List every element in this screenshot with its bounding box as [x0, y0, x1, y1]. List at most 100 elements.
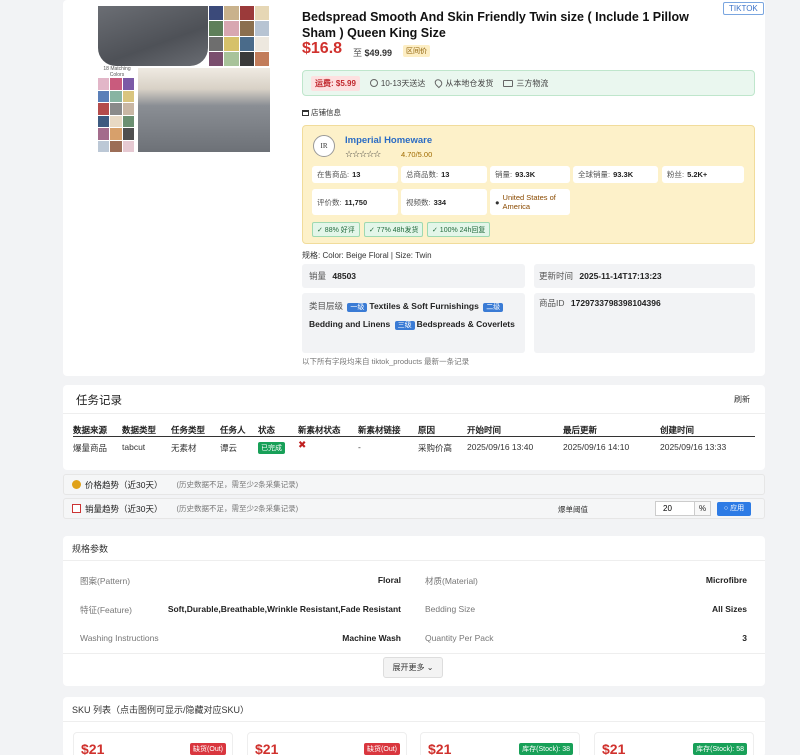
header-underline — [73, 436, 755, 437]
price-range-prefix: 至 — [353, 48, 363, 58]
level-badge-1: 一级 — [347, 303, 368, 312]
chip-48h-ship: ✓ 77% 48h发货 — [364, 222, 424, 237]
col-header: 开始时间 — [467, 425, 502, 435]
col-header: 任务人 — [220, 425, 246, 435]
sku-list-card: SKU 列表（点击图例可显示/隐藏对应SKU） $21 缺货(Out) $21 … — [63, 697, 765, 755]
product-card: 18 Matching Colors Bedspread Smooth And … — [63, 0, 765, 376]
delivery-text: 10-13天送达 — [380, 78, 426, 88]
spec-bedding-size: Bedding Size All Sizes — [425, 604, 747, 614]
stat-fans: 粉丝: 5.2K+ — [662, 166, 744, 183]
col-header: 最后更新 — [563, 425, 598, 435]
rating-stars-icon: ☆☆☆☆☆ — [345, 149, 381, 159]
spec-pattern: 图案(Pattern) Floral — [80, 575, 401, 587]
sku-price: $21 — [602, 741, 626, 755]
pin-icon: ● — [495, 197, 500, 207]
stat-label: 在售商品: — [317, 170, 350, 179]
category-label: 类目层级 — [309, 301, 344, 311]
chip-24h-reply: ✓ 100% 24h回复 — [427, 222, 491, 237]
sku-price: $21 — [81, 741, 105, 755]
sku-item[interactable]: $21 库存(Stock): 38 — [420, 732, 580, 755]
delivery-time: 10-13天送达 — [369, 78, 426, 89]
price-trend-label: 价格趋势（近30天） — [85, 479, 163, 490]
col-header: 原因 — [418, 425, 436, 435]
stat-global-sales: 全球销量: 93.3K — [573, 166, 658, 183]
sku-item[interactable]: $21 库存(Stock): 58 — [594, 732, 754, 755]
sku-stock-badge: 库存(Stock): 38 — [519, 743, 573, 755]
cell-type: tabcut — [122, 442, 146, 452]
stat-total: 总商品数: 13 — [401, 166, 487, 183]
category-level-1: Textiles & Soft Furnishings — [369, 301, 479, 311]
spec-feature: 特征(Feature) Soft,Durable,Breathable,Wrink… — [80, 604, 401, 616]
stat-value: 5.2K+ — [687, 170, 708, 179]
sku-list-title: SKU 列表（点击图例可显示/隐藏对应SKU） — [63, 697, 765, 722]
updated-label: 更新时间 — [539, 271, 574, 281]
shop-name-link[interactable]: Imperial Homeware — [345, 135, 432, 146]
stat-label: 销量: — [495, 170, 513, 179]
product-id-label: 商品ID — [539, 298, 565, 308]
product-id-box: 商品ID 1729733798398104396 — [534, 293, 755, 353]
chart-icon — [72, 504, 81, 513]
status-badge: 已完成 — [258, 442, 285, 454]
price-trend-bar[interactable]: 价格趋势（近30天） (历史数据不足，需至少2条采集记录) — [63, 474, 765, 495]
stat-value: 11,750 — [344, 197, 368, 207]
cell-assignee: 谭云 — [220, 443, 238, 453]
sku-stock-badge: 缺货(Out) — [364, 743, 400, 755]
price-range-tag: 区间价 — [403, 45, 430, 57]
cell-reason: 采购价高 — [418, 443, 453, 453]
spec-quantity: Quantity Per Pack 3 — [425, 633, 747, 643]
spec-key: Quantity Per Pack — [425, 633, 494, 643]
color-swatch-grid-2 — [98, 78, 134, 152]
updated-value: 2025-11-14T17:13:23 — [579, 271, 662, 281]
spec-key: 特征(Feature) — [80, 605, 132, 615]
stat-label: 视频数: — [406, 197, 431, 207]
divider — [63, 653, 765, 654]
stat-country: ● United States of America — [490, 189, 570, 215]
col-header: 数据来源 — [73, 425, 108, 435]
sku-item[interactable]: $21 缺货(Out) — [73, 732, 233, 755]
stat-sales: 销量: 93.3K — [490, 166, 570, 183]
shop-rating: 4.70/5.00 — [401, 150, 433, 159]
spec-value: Soft,Durable,Breathable,Wrinkle Resistan… — [167, 604, 401, 614]
spec-value: All Sizes — [712, 604, 747, 614]
stat-on-sale: 在售商品: 13 — [312, 166, 398, 183]
color-swatch-grid — [209, 6, 269, 66]
variant-spec: 规格: Color: Beige Floral | Size: Twin — [302, 251, 432, 260]
sku-item[interactable]: $21 缺货(Out) — [247, 732, 407, 755]
sales-value: 48503 — [332, 271, 357, 281]
sku-stock-badge: 缺货(Out) — [190, 743, 226, 755]
stat-value: 13 — [441, 170, 450, 179]
location-icon — [433, 77, 445, 89]
sales-trend-hint: (历史数据不足，需至少2条采集记录) — [176, 504, 299, 513]
sku-price: $21 — [255, 741, 279, 755]
category-level-3: Bedspreads & Coverlets — [416, 319, 515, 329]
alert-threshold-input[interactable] — [655, 501, 695, 516]
spec-value: Microfibre — [705, 575, 747, 585]
platform-badge: TIKTOK — [723, 2, 764, 15]
shipping-info: 运费: $5.99 10-13天送达 从本地仓发货 三方物流 — [302, 70, 755, 96]
stat-videos: 视频数: 334 — [401, 189, 487, 215]
stat-reviews: 评价数: 11,750 — [312, 189, 398, 215]
expand-more-button[interactable]: 展开更多 ⌄ — [383, 657, 443, 678]
logistics: 三方物流 — [503, 78, 548, 89]
product-id-value: 1729733798398104396 — [570, 298, 661, 308]
col-header: 任务类型 — [171, 425, 206, 435]
origin-text: 从本地仓发货 — [445, 78, 494, 88]
apply-button[interactable]: ○ 应用 — [717, 502, 751, 516]
product-image[interactable]: 18 Matching Colors — [72, 6, 270, 152]
cell-start-time: 2025/09/16 13:40 — [467, 442, 534, 452]
spec-value: 3 — [742, 633, 747, 643]
refresh-button[interactable]: 刷新 — [734, 394, 750, 405]
price-range: 至 $49.99 — [353, 46, 392, 59]
col-header: 新素材状态 — [298, 425, 341, 435]
divider — [63, 413, 765, 414]
updated-box: 更新时间 2025-11-14T17:13:23 — [534, 264, 755, 288]
store-icon — [302, 109, 309, 116]
sales-trend-label: 销量趋势（近30天） — [85, 503, 163, 514]
sales-label: 销量 — [309, 271, 327, 281]
spec-value: Machine Wash — [342, 633, 401, 643]
level-badge-3: 三级 — [394, 321, 415, 330]
ship-origin: 从本地仓发货 — [433, 77, 494, 89]
shop-section-label: 店铺信息 — [302, 107, 341, 118]
stat-label: 评价数: — [317, 197, 342, 207]
stat-value: 93.3K — [613, 170, 634, 179]
